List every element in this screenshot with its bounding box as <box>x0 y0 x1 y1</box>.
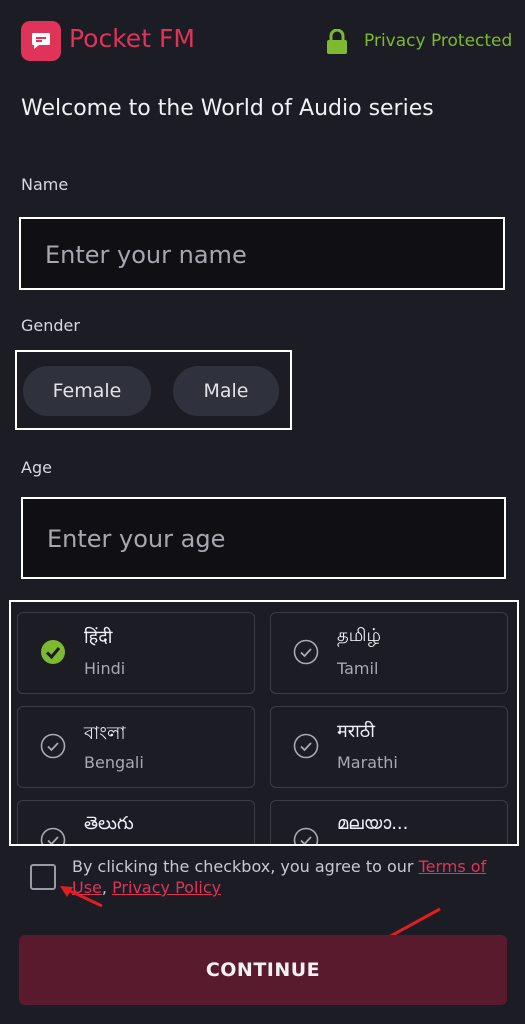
age-label: Age <box>21 458 52 477</box>
agreement-prefix: By clicking the checkbox, you agree to o… <box>72 857 419 876</box>
language-native-name: हिंदी <box>84 627 113 648</box>
language-grid: हिंदी Hindi தமிழ் Tamil বাংলা Bengali मर… <box>9 600 519 846</box>
gender-label: Gender <box>21 316 80 335</box>
name-label: Name <box>21 175 69 194</box>
pocket-fm-logo <box>21 21 61 61</box>
age-field <box>21 497 506 579</box>
language-native-name: বাংলা <box>84 723 126 744</box>
privacy-protected-label: Privacy Protected <box>364 31 513 51</box>
language-native-name: தமிழ் <box>337 625 381 646</box>
unchecked-circle-icon <box>40 733 66 759</box>
unchecked-circle-icon <box>40 827 66 844</box>
app-header: Pocket FM Privacy Protected <box>0 0 525 84</box>
agreement-text: By clicking the checkbox, you agree to o… <box>72 856 492 898</box>
language-card-telugu[interactable]: తెలుగు <box>17 800 255 844</box>
name-input[interactable] <box>43 219 499 290</box>
language-card-tamil[interactable]: தமிழ் Tamil <box>270 612 508 694</box>
language-english-name: Bengali <box>84 753 144 772</box>
gender-female-button[interactable]: Female <box>23 366 151 416</box>
unchecked-circle-icon <box>293 639 319 665</box>
language-english-name: Hindi <box>84 659 126 678</box>
checked-circle-icon <box>41 640 65 664</box>
language-card-bengali[interactable]: বাংলা Bengali <box>17 706 255 788</box>
language-card-malayalam[interactable]: മലയാ... <box>270 800 508 844</box>
language-english-name: Marathi <box>337 753 398 772</box>
lock-icon <box>327 29 347 54</box>
name-field <box>19 217 505 290</box>
continue-button[interactable]: CONTINUE <box>19 935 507 1005</box>
welcome-heading: Welcome to the World of Audio series <box>21 96 434 121</box>
language-english-name: Tamil <box>337 659 379 678</box>
agreement-checkbox[interactable] <box>30 864 56 890</box>
brand-name: Pocket FM <box>69 24 195 53</box>
unchecked-circle-icon <box>293 733 319 759</box>
language-native-name: മലയാ... <box>337 813 409 834</box>
unchecked-circle-icon <box>293 827 319 844</box>
gender-male-button[interactable]: Male <box>173 366 279 416</box>
language-card-marathi[interactable]: मराठी Marathi <box>270 706 508 788</box>
agreement-separator: , <box>101 878 113 897</box>
chat-bubble-icon <box>32 33 50 49</box>
language-card-hindi[interactable]: हिंदी Hindi <box>17 612 255 694</box>
language-native-name: मराठी <box>337 721 375 742</box>
gender-options: Female Male <box>15 350 292 430</box>
privacy-policy-link[interactable]: Privacy Policy <box>112 878 221 897</box>
language-native-name: తెలుగు <box>84 813 134 834</box>
age-input[interactable] <box>45 499 500 579</box>
